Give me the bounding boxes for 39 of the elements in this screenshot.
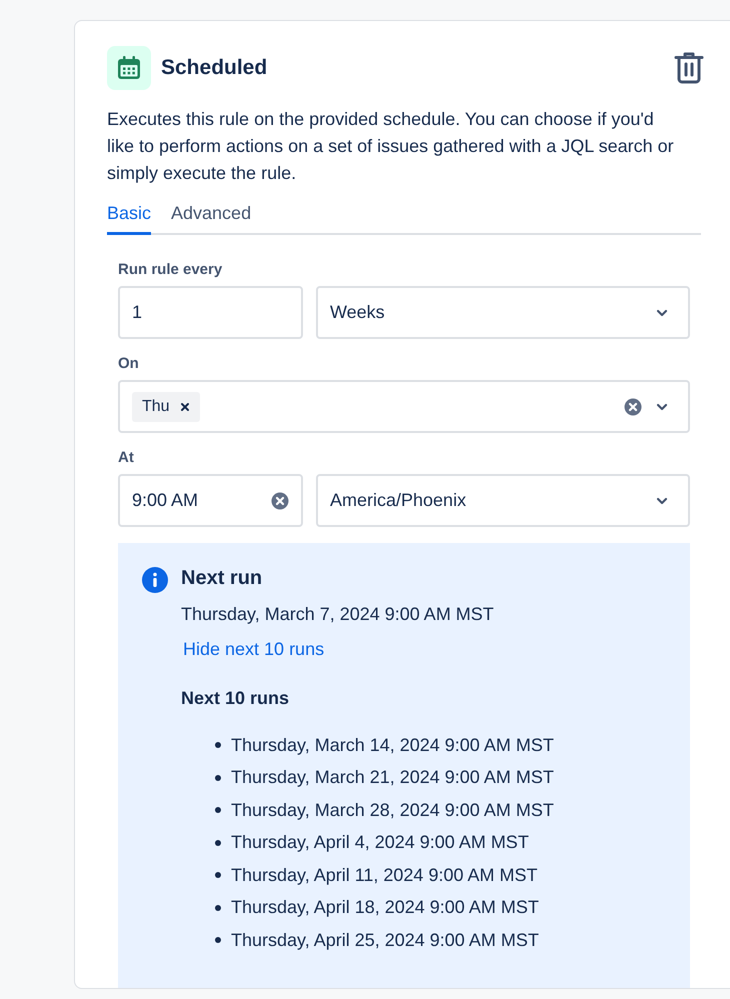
run-date: Thursday, March 28, 2024 9:00 AM MST [231, 800, 554, 821]
bullet-icon [215, 774, 221, 781]
trigger-title: Scheduled [161, 56, 268, 80]
chevron-down-icon [656, 496, 668, 504]
list-title: Next 10 runs [181, 688, 290, 709]
run-date: Thursday, April 18, 2024 9:00 AM MST [231, 897, 539, 918]
tab[interactable]: Advanced [171, 203, 252, 235]
info-title: Next run [181, 567, 262, 590]
field-label: Run rule every [118, 261, 222, 278]
select-field[interactable]: Weeks [316, 286, 690, 339]
run-date: Thursday, April 11, 2024 9:00 AM MST [231, 864, 538, 886]
calendar-icon [107, 46, 151, 90]
chevron-down-icon [656, 308, 668, 316]
number-input[interactable]: 1 [118, 286, 303, 339]
run-date: Thursday, March 21, 2024 9:00 AM MST [231, 767, 554, 788]
remove-icon[interactable] [180, 402, 190, 412]
bullet-icon [215, 840, 221, 846]
bullet-icon [215, 742, 221, 748]
run-date: Thursday, April 25, 2024 9:00 AM MST [231, 930, 539, 951]
bullet-icon [215, 872, 221, 878]
tab[interactable]: Basic [107, 203, 152, 235]
select-field[interactable]: America/Phoenix [316, 474, 690, 527]
bullet-icon [215, 807, 221, 814]
chevron-down-icon [656, 402, 668, 410]
description-text: Executes this rule on the provided schedule. You can choose if you'd like to perform actions on a set of issues gathered with a JQL search or simply execute the rule. [107, 108, 675, 185]
multi-select-field[interactable]: Thu [118, 380, 690, 433]
run-date: Thursday, April 4, 2024 9:00 AM MST [231, 832, 529, 854]
bullet-icon [215, 937, 221, 944]
clear-icon[interactable] [271, 492, 289, 510]
trash-icon[interactable] [674, 52, 704, 84]
next-run-text: Thursday, March 7, 2024 9:00 AM MST [181, 604, 494, 625]
field-label: On [118, 355, 139, 372]
field-label: At [118, 449, 134, 466]
bullet-icon [215, 904, 221, 911]
run-date: Thursday, March 14, 2024 9:00 AM MST [231, 734, 554, 756]
time-field[interactable]: 9:00 AM [118, 474, 303, 527]
hide-runs-link[interactable]: Hide next 10 runs [183, 639, 324, 660]
clear-icon[interactable] [624, 398, 642, 416]
info-icon [142, 567, 168, 593]
